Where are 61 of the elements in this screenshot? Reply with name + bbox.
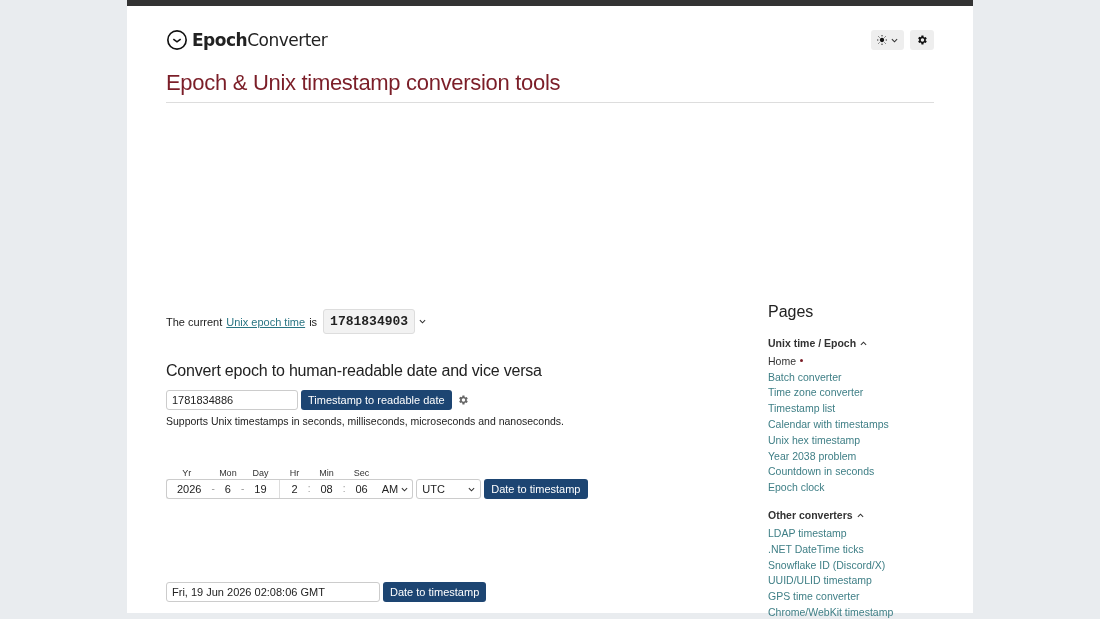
epoch-display: 1781834903: [323, 309, 416, 334]
separator: :: [303, 479, 315, 499]
sidebar-link[interactable]: Time zone converter: [768, 384, 934, 401]
date-to-timestamp-button[interactable]: Date to timestamp: [484, 479, 588, 499]
date-part-field[interactable]: 06: [349, 479, 374, 499]
settings-icon: [456, 394, 469, 406]
settings-icon: [916, 34, 928, 46]
section-toggle[interactable]: Other converters: [768, 509, 934, 522]
sun-icon: [877, 35, 887, 45]
timezone-dropdown[interactable]: UTC: [416, 479, 482, 499]
help-text: Supports Unix timestamps in seconds, milliseconds, microseconds and nanoseconds.: [166, 415, 566, 427]
date-part-field[interactable]: 19: [248, 479, 273, 499]
caret-icon: [856, 512, 864, 518]
field-label: Mon: [219, 467, 237, 479]
date-part-field[interactable]: 2026: [166, 479, 208, 499]
section-toggle[interactable]: Unix time / Epoch: [768, 337, 934, 349]
logo-text[interactable]: EpochConverter: [192, 30, 328, 50]
sidebar-link[interactable]: LDAP timestamp: [768, 525, 934, 541]
ampm-dropdown[interactable]: AM: [373, 479, 414, 499]
convert-button[interactable]: Timestamp to readable date: [301, 390, 452, 410]
sidebar-link[interactable]: Epoch clock: [768, 479, 934, 496]
sidebar-link[interactable]: Batch converter: [768, 368, 934, 385]
epoch-link[interactable]: Unix epoch time: [226, 315, 306, 328]
sidebar-link[interactable]: Unix hex timestamp: [768, 432, 934, 448]
page-title: Epoch & Unix timestamp conversion tools: [166, 70, 934, 103]
date-part-field[interactable]: 2: [285, 479, 304, 499]
sidebar-link[interactable]: Countdown in seconds: [768, 463, 934, 480]
sidebar-link[interactable]: Timestamp list: [768, 400, 934, 417]
sidebar-link[interactable]: GPS time converter: [768, 588, 934, 605]
separator: :: [338, 479, 350, 499]
date-part-field[interactable]: 6: [218, 479, 237, 499]
separator: -: [236, 479, 249, 499]
field-label: Min: [319, 467, 334, 479]
date-text-input[interactable]: Fri, 19 Jun 2026 02:08:06 GMT: [166, 582, 380, 602]
theme-button[interactable]: [871, 30, 904, 50]
caret-icon: [468, 486, 476, 492]
sidebar-link[interactable]: Year 2038 problem: [768, 447, 934, 464]
current-time-label: The current: [166, 315, 223, 328]
sidebar-link[interactable]: .NET DateTime ticks: [768, 540, 934, 557]
settings-button[interactable]: [910, 30, 934, 50]
caret-icon: [419, 319, 427, 324]
section-heading: Convert epoch to human-readable date and vice versa: [166, 362, 543, 380]
sidebar-link[interactable]: UUID/ULID timestamp: [768, 572, 934, 589]
clock-icon: [166, 29, 188, 51]
date-part-field[interactable]: 08: [314, 479, 339, 499]
field-label: Yr: [182, 467, 192, 479]
caret-icon: [401, 486, 409, 492]
date-to-timestamp-button[interactable]: Date to timestamp: [383, 582, 487, 602]
sidebar-link[interactable]: Snowflake ID (Discord/X): [768, 556, 934, 573]
separator: -: [207, 479, 219, 499]
field-label: Sec: [353, 467, 370, 479]
sidebar-link[interactable]: Calendar with timestamps: [768, 416, 934, 432]
caret-icon: [860, 340, 868, 346]
sidebar-link[interactable]: Chrome/WebKit timestamp: [768, 604, 934, 619]
field-label: Hr: [289, 467, 300, 479]
sidebar-link[interactable]: Home: [768, 353, 934, 369]
current-time-label: is: [309, 315, 318, 328]
caret-icon: [891, 37, 898, 43]
field-label: Day: [252, 467, 269, 479]
timestamp-input[interactable]: 1781834886: [166, 390, 298, 410]
sidebar-heading: Pages: [768, 303, 815, 321]
